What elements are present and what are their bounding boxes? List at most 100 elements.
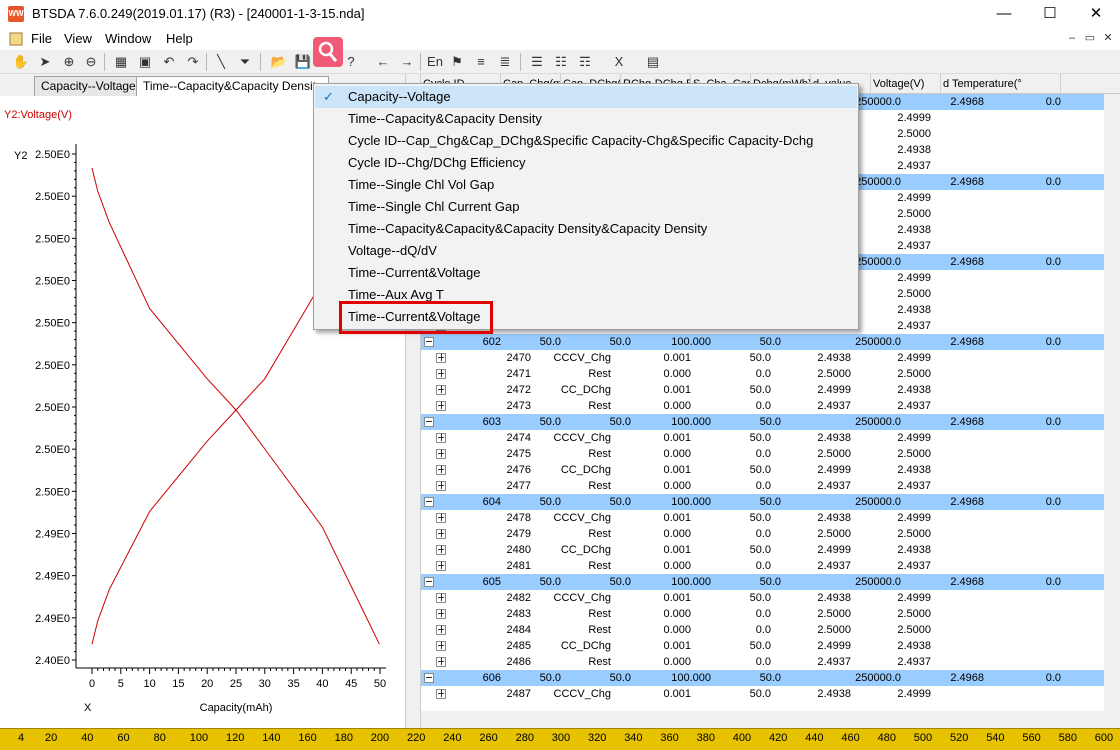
close-button[interactable]: ✕ bbox=[1073, 0, 1119, 28]
step-row[interactable]: 2476 CC_DChg 0.001 50.0 2.4999 2.4938 bbox=[421, 462, 1104, 478]
expand-icon[interactable] bbox=[436, 465, 446, 475]
menu-item-chart-type[interactable]: Time--Single Chl Current Gap bbox=[315, 196, 857, 218]
cycle-row[interactable]: 605 50.0 50.0 100.000 50.0 250000.0 2.4968 0.0 bbox=[421, 574, 1104, 590]
line-tool-icon[interactable]: ╲ bbox=[212, 53, 230, 71]
menu-view[interactable]: View bbox=[64, 31, 92, 46]
menu-window[interactable]: Window bbox=[105, 31, 151, 46]
step-row[interactable]: 2482 CCCV_Chg 0.001 50.0 2.4938 2.4999 bbox=[421, 590, 1104, 606]
expand-icon[interactable] bbox=[436, 593, 446, 603]
cycle-row[interactable]: 606 50.0 50.0 100.000 50.0 250000.0 2.4968 0.0 bbox=[421, 670, 1104, 686]
expand-icon[interactable] bbox=[436, 529, 446, 539]
language-icon[interactable]: En bbox=[426, 53, 444, 71]
expand-icon[interactable] bbox=[436, 689, 446, 699]
hand-icon[interactable]: ✋ bbox=[12, 53, 30, 71]
table-icon[interactable]: ☰ bbox=[528, 53, 546, 71]
expand-icon[interactable] bbox=[436, 513, 446, 523]
step-row[interactable]: 2480 CC_DChg 0.001 50.0 2.4999 2.4938 bbox=[421, 542, 1104, 558]
menu-item-chart-type[interactable]: Time--Current&Voltage bbox=[315, 262, 857, 284]
back-arrow-icon[interactable]: ← bbox=[374, 53, 392, 71]
expand-icon[interactable] bbox=[436, 609, 446, 619]
mdi-minimize-button[interactable]: – bbox=[1064, 31, 1080, 46]
menu-help[interactable]: Help bbox=[166, 31, 193, 46]
menu-item-chart-type[interactable]: Time--Capacity&Capacity Density bbox=[315, 108, 857, 130]
cycle-row[interactable]: 603 50.0 50.0 100.000 50.0 250000.0 2.4968 0.0 bbox=[421, 414, 1104, 430]
list-settings-icon[interactable]: ≣ bbox=[496, 53, 514, 71]
expand-icon[interactable] bbox=[436, 401, 446, 411]
table-detail-icon[interactable]: ☶ bbox=[576, 53, 594, 71]
step-row[interactable]: 2487 CCCV_Chg 0.001 50.0 2.4938 2.4999 bbox=[421, 686, 1104, 702]
step-row[interactable]: 2477 Rest 0.000 0.0 2.4937 2.4937 bbox=[421, 478, 1104, 494]
mdi-close-button[interactable]: ✕ bbox=[1100, 31, 1116, 46]
filter-icon[interactable]: ⏷ bbox=[236, 53, 254, 71]
grid-icon[interactable]: ▣ bbox=[136, 53, 154, 71]
minimize-button[interactable]: — bbox=[981, 0, 1027, 28]
expand-icon[interactable] bbox=[436, 353, 446, 363]
expand-icon[interactable] bbox=[436, 561, 446, 571]
cell-volt: 2.4968 bbox=[950, 96, 984, 108]
zoom-in-icon[interactable]: ⊕ bbox=[60, 53, 78, 71]
step-row[interactable]: 2481 Rest 0.000 0.0 2.4937 2.4937 bbox=[421, 558, 1104, 574]
menu-item-chart-type[interactable]: ✓ Capacity--Voltage bbox=[315, 86, 857, 108]
horizontal-scrollbar[interactable] bbox=[421, 711, 1104, 728]
step-row[interactable]: 2478 CCCV_Chg 0.001 50.0 2.4938 2.4999 bbox=[421, 510, 1104, 526]
menu-item-chart-type[interactable]: Cycle ID--Cap_Chg&Cap_DChg&Specific Capa… bbox=[315, 130, 857, 152]
layout-icon[interactable]: ▤ bbox=[644, 53, 662, 71]
vertical-scrollbar[interactable] bbox=[1104, 94, 1120, 728]
col-header[interactable]: d Temperature(° bbox=[941, 74, 1061, 93]
collapse-icon[interactable] bbox=[424, 577, 434, 587]
tab-time-capacity-density[interactable]: Time--Capacity&Capacity Density bbox=[136, 76, 329, 96]
save-icon[interactable]: 💾 bbox=[294, 53, 312, 71]
ruler-tick-label: 4 bbox=[18, 732, 25, 744]
collapse-icon[interactable] bbox=[424, 673, 434, 683]
help-icon[interactable]: ? bbox=[342, 53, 360, 71]
menu-item-chart-type[interactable]: Voltage--dQ/dV bbox=[315, 240, 857, 262]
forward-arrow-icon[interactable]: → bbox=[398, 53, 416, 71]
redo-icon[interactable]: ↷ bbox=[184, 53, 202, 71]
menu-item-chart-type[interactable]: Time--Capacity&Capacity&Capacity Density… bbox=[315, 218, 857, 240]
step-row[interactable]: 2470 CCCV_Chg 0.001 50.0 2.4938 2.4999 bbox=[421, 350, 1104, 366]
excel-export-icon[interactable]: X bbox=[610, 53, 628, 71]
tab-capacity-voltage[interactable]: Capacity--Voltage bbox=[34, 76, 143, 96]
expand-icon[interactable] bbox=[436, 641, 446, 651]
undo-icon[interactable]: ↶ bbox=[160, 53, 178, 71]
step-row[interactable]: 2486 Rest 0.000 0.0 2.4937 2.4937 bbox=[421, 654, 1104, 670]
step-row[interactable]: 2474 CCCV_Chg 0.001 50.0 2.4938 2.4999 bbox=[421, 430, 1104, 446]
expand-icon[interactable] bbox=[436, 481, 446, 491]
expand-icon[interactable] bbox=[436, 385, 446, 395]
pointer-icon[interactable]: ➤ bbox=[36, 53, 54, 71]
step-row[interactable]: 2472 CC_DChg 0.001 50.0 2.4999 2.4938 bbox=[421, 382, 1104, 398]
step-row[interactable]: 2484 Rest 0.000 0.0 2.5000 2.5000 bbox=[421, 622, 1104, 638]
step-row[interactable]: 2483 Rest 0.000 0.0 2.5000 2.5000 bbox=[421, 606, 1104, 622]
open-folder-icon[interactable]: 📂 bbox=[270, 53, 288, 71]
menu-item-chart-type[interactable]: Time--Single Chl Vol Gap bbox=[315, 174, 857, 196]
list-icon[interactable]: ≡ bbox=[472, 53, 490, 71]
menu-file[interactable]: File bbox=[31, 31, 52, 46]
zoom-out-icon[interactable]: ⊖ bbox=[82, 53, 100, 71]
expand-icon[interactable] bbox=[436, 433, 446, 443]
maximize-button[interactable]: ☐ bbox=[1027, 0, 1073, 28]
collapse-icon[interactable] bbox=[424, 337, 434, 347]
step-row[interactable]: 2479 Rest 0.000 0.0 2.5000 2.5000 bbox=[421, 526, 1104, 542]
mdi-restore-button[interactable]: ▭ bbox=[1082, 31, 1098, 46]
cycle-row[interactable]: 604 50.0 50.0 100.000 50.0 250000.0 2.4968 0.0 bbox=[421, 494, 1104, 510]
table-view-icon[interactable]: ☷ bbox=[552, 53, 570, 71]
reset-icon[interactable]: ▦ bbox=[112, 53, 130, 71]
collapse-icon[interactable] bbox=[424, 497, 434, 507]
y-tick-label: 2.50E0 bbox=[35, 444, 70, 456]
col-header[interactable]: Voltage(V) bbox=[871, 74, 941, 93]
menu-item-chart-type[interactable]: Cycle ID--Chg/DChg Efficiency bbox=[315, 152, 857, 174]
step-row[interactable]: 2475 Rest 0.000 0.0 2.5000 2.5000 bbox=[421, 446, 1104, 462]
time-ruler[interactable]: 4 20 40 60 80 100 120 140 160 180 200 220 240 260 280 3… bbox=[0, 728, 1120, 750]
collapse-icon[interactable] bbox=[424, 417, 434, 427]
step-row[interactable]: 2473 Rest 0.000 0.0 2.4937 2.4937 bbox=[421, 398, 1104, 414]
step-row[interactable]: 2471 Rest 0.000 0.0 2.5000 2.5000 bbox=[421, 366, 1104, 382]
expand-icon[interactable] bbox=[436, 449, 446, 459]
expand-icon[interactable] bbox=[436, 545, 446, 555]
expand-icon[interactable] bbox=[436, 657, 446, 667]
cycle-row[interactable]: 602 50.0 50.0 100.000 50.0 250000.0 2.4968 0.0 bbox=[421, 334, 1104, 350]
expand-icon[interactable] bbox=[436, 369, 446, 379]
marker-icon[interactable]: ⚑ bbox=[448, 53, 466, 71]
expand-icon[interactable] bbox=[436, 625, 446, 635]
step-row[interactable]: 2485 CC_DChg 0.001 50.0 2.4999 2.4938 bbox=[421, 638, 1104, 654]
step-cell: 2.5000 bbox=[897, 528, 931, 540]
